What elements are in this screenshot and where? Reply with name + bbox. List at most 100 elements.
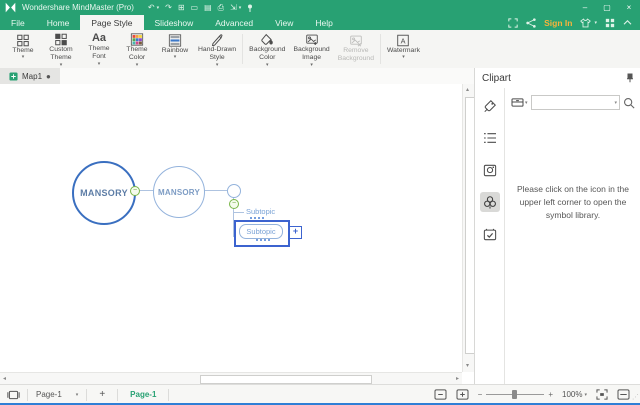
scroll-left-icon[interactable]: ◂ — [3, 376, 6, 382]
outline-list-icon[interactable] — [480, 128, 500, 148]
maximize-button[interactable]: ▢ — [596, 0, 618, 15]
shirt-caret-icon[interactable]: ▾ — [594, 20, 597, 26]
add-page-button[interactable]: + — [87, 389, 117, 400]
horizontal-scroll-thumb[interactable] — [200, 375, 372, 384]
clipart-search-input[interactable] — [531, 95, 620, 110]
watermark-button[interactable]: A Watermark ▾ — [383, 30, 424, 68]
redo-icon[interactable]: ↷ — [165, 3, 172, 12]
add-subtopic-button[interactable]: + — [289, 226, 302, 239]
map-document-icon — [9, 72, 18, 81]
window-title: Wondershare MindMaster (Pro) — [22, 3, 134, 12]
central-topic-label: MANSORY — [80, 188, 128, 198]
apps-grid-icon[interactable] — [605, 18, 615, 28]
custom-theme-icon — [54, 33, 68, 46]
theme-font-button[interactable]: Aa ThemeFont ▾ — [80, 30, 118, 68]
background-color-button[interactable]: BackgroundColor ▾ — [245, 30, 289, 68]
share-icon[interactable] — [526, 18, 536, 28]
mark-library-icon[interactable] — [480, 96, 500, 116]
export-caret-icon[interactable]: ▾ — [239, 5, 242, 11]
open-file-icon[interactable]: ▭ — [191, 3, 199, 12]
quick-access-toolbar: ↶ ▾ ↷ ⊞ ▭ ▤ ⎙ ⇲ ▾ — [148, 3, 253, 13]
save-icon[interactable]: ▤ — [204, 3, 212, 12]
subtopic-2-node[interactable]: Subtopic — [239, 224, 283, 239]
undo-caret-icon[interactable]: ▾ — [157, 5, 160, 11]
central-topic-node[interactable]: MANSORY — [72, 161, 136, 225]
minimize-button[interactable]: – — [574, 0, 596, 15]
remove-background-label-2: Background — [338, 55, 374, 63]
tab-modified-dot[interactable]: ● — [46, 72, 51, 81]
menu-home[interactable]: Home — [36, 15, 81, 30]
scroll-up-icon[interactable]: ▴ — [466, 87, 469, 93]
page-selector-caret-icon: ▾ — [76, 392, 79, 398]
mindmap-canvas[interactable]: MANSORY − MANSORY − Subtopic Subtopic + — [0, 84, 462, 372]
theme-caret-icon: ▾ — [22, 55, 25, 61]
background-image-label-1: Background — [293, 46, 329, 54]
branch-point-node[interactable] — [227, 184, 241, 198]
scroll-down-icon[interactable]: ▾ — [466, 363, 469, 369]
remove-background-label-1: Remove — [338, 47, 374, 55]
collapse-minus-icon: − — [232, 200, 236, 207]
theme-button[interactable]: Theme ▾ — [4, 30, 42, 68]
hide-panel-icon[interactable] — [617, 389, 630, 400]
collapse-button-branch[interactable]: − — [229, 199, 239, 209]
tab-map1[interactable]: Map1 ● — [0, 68, 60, 84]
collapse-map-icon[interactable] — [434, 389, 447, 400]
custom-theme-button[interactable]: CustomTheme ▾ — [42, 30, 80, 68]
menu-help[interactable]: Help — [304, 15, 343, 30]
menu-slideshow[interactable]: Slideshow — [144, 15, 205, 30]
close-button[interactable]: × — [618, 0, 640, 15]
zoom-level-control[interactable]: 100% ▾ — [562, 390, 587, 399]
main-topic-node[interactable]: MANSORY — [153, 166, 205, 218]
subtopic-1-label[interactable]: Subtopic — [246, 207, 275, 216]
slideshow-view-icon[interactable] — [0, 390, 27, 400]
pin-toolbar-icon[interactable] — [247, 4, 253, 12]
theme-color-label-1: Theme — [126, 46, 147, 54]
hand-drawn-style-button[interactable]: Hand-DrawnStyle ▾ — [194, 30, 240, 68]
zoom-out-button[interactable]: − — [478, 390, 483, 399]
expand-map-icon[interactable] — [456, 389, 469, 400]
shirt-theme-icon[interactable] — [580, 18, 591, 28]
zoom-slider-thumb[interactable] — [512, 390, 517, 399]
background-image-button[interactable]: BackgroundImage ▾ — [289, 30, 333, 68]
undo-icon[interactable]: ↶ — [148, 3, 155, 12]
search-dropdown-caret-icon[interactable]: ▾ — [614, 100, 617, 106]
ribbon-separator — [242, 34, 243, 64]
clipart-library-icon[interactable] — [480, 192, 500, 212]
new-document-icon[interactable]: ⊞ — [178, 3, 185, 12]
menu-bar: File Home Page Style Slideshow Advanced … — [0, 15, 640, 30]
clipart-panel: Clipart ▾ — [474, 68, 640, 384]
clipart-category-icon[interactable]: ▾ — [511, 97, 528, 108]
zoom-slider-track[interactable] — [486, 394, 544, 395]
resize-grip[interactable]: ⋰ — [632, 393, 639, 401]
task-library-icon[interactable] — [480, 224, 500, 244]
sign-in-button[interactable]: Sign In — [544, 18, 572, 28]
clipart-empty-message: Please click on the icon in the upper le… — [515, 183, 631, 223]
menu-file[interactable]: File — [0, 15, 36, 30]
background-color-icon — [260, 33, 274, 46]
menu-page-style[interactable]: Page Style — [80, 15, 143, 30]
ribbon-toolbar: Theme ▾ CustomTheme ▾ Aa ThemeFont ▾ The… — [0, 30, 640, 69]
search-icon[interactable] — [623, 97, 635, 109]
export-icon[interactable]: ⇲ — [230, 3, 237, 12]
tab-map1-label: Map1 — [22, 72, 42, 81]
scroll-right-icon[interactable]: ▸ — [456, 376, 459, 382]
page-selector[interactable]: Page-1 ▾ — [28, 390, 86, 399]
menu-view[interactable]: View — [264, 15, 304, 30]
rainbow-button[interactable]: Rainbow ▾ — [156, 30, 194, 68]
picture-library-icon[interactable] — [480, 160, 500, 180]
collapse-button-central[interactable]: − — [130, 186, 140, 196]
collapse-minus-icon: − — [133, 187, 137, 194]
subtopic-2-selection-box[interactable]: Subtopic — [234, 220, 290, 247]
pin-panel-icon[interactable] — [626, 73, 634, 83]
zoom-in-button[interactable]: + — [548, 390, 553, 399]
menu-advanced[interactable]: Advanced — [204, 15, 264, 30]
collapse-ribbon-icon[interactable] — [623, 19, 632, 26]
zoom-level-value: 100% — [562, 390, 582, 399]
print-icon[interactable]: ⎙ — [218, 3, 224, 13]
page-1-tab[interactable]: Page-1 — [118, 385, 168, 404]
background-image-icon — [305, 33, 319, 46]
expand-window-icon[interactable] — [508, 18, 518, 28]
fit-to-screen-icon[interactable] — [596, 389, 608, 400]
subtopic-1-handle-dots — [250, 217, 264, 219]
theme-color-button[interactable]: ThemeColor ▾ — [118, 30, 156, 68]
